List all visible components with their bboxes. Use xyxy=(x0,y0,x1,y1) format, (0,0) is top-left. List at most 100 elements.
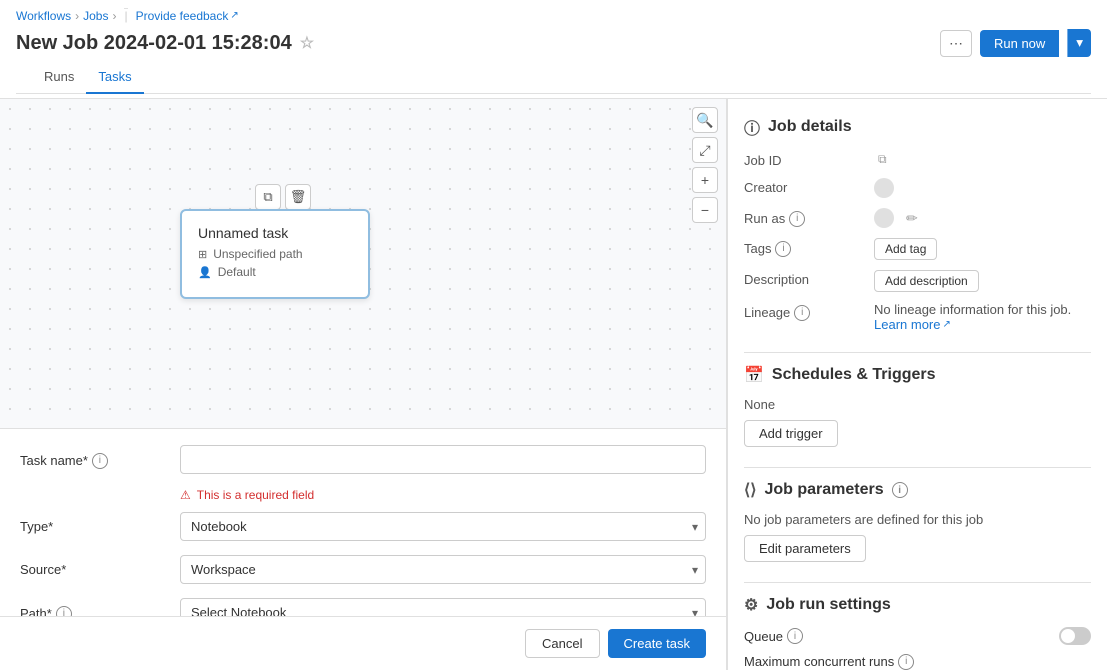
type-row: Type* Notebook ▾ xyxy=(20,512,706,541)
task-card-name: Unnamed task xyxy=(198,225,352,241)
job-id-value: ⧉ xyxy=(874,151,1091,167)
tags-value: Add tag xyxy=(874,238,1091,260)
task-name-label: Task name* i xyxy=(20,445,180,469)
breadcrumb-divider: | xyxy=(124,8,127,23)
breadcrumb-sep1: › xyxy=(75,9,79,23)
top-actions: ⋯ Run now ▾ xyxy=(940,29,1091,57)
cancel-button[interactable]: Cancel xyxy=(525,629,599,658)
canvas-zoom-in-button[interactable]: + xyxy=(692,167,718,193)
task-name-row: Task name* i xyxy=(20,445,706,474)
source-select[interactable]: Workspace xyxy=(180,555,706,584)
task-delete-button[interactable]: 🗑 xyxy=(285,184,311,210)
queue-label: Queue i xyxy=(744,628,803,645)
code-icon: ⟨⟩ xyxy=(744,480,756,500)
main-layout: ⧉ 🗑 Unnamed task ⊞ Unspecified path 👤 De… xyxy=(0,99,1107,670)
job-title: New Job 2024-02-01 15:28:04 ☆ xyxy=(16,32,314,55)
path-control: Select Notebook ▾ xyxy=(180,598,706,616)
add-trigger-button[interactable]: Add trigger xyxy=(744,420,838,447)
task-copy-button[interactable]: ⧉ xyxy=(255,184,281,210)
run-as-value: ✏ xyxy=(874,208,1091,228)
run-now-button[interactable]: Run now xyxy=(980,30,1059,57)
right-panel: ⓘ Job details Job ID ⧉ Creator Run as xyxy=(727,99,1107,670)
divider-1 xyxy=(744,352,1091,353)
learn-more-link[interactable]: Learn more ↗ xyxy=(874,317,1091,332)
run-as-field: Run as i ✏ xyxy=(744,208,1091,228)
more-options-button[interactable]: ⋯ xyxy=(940,30,972,57)
job-id-label: Job ID xyxy=(744,151,874,168)
lineage-info-icon: i xyxy=(794,304,810,321)
add-description-button[interactable]: Add description xyxy=(874,270,979,292)
description-label: Description xyxy=(744,270,874,287)
star-icon[interactable]: ☆ xyxy=(300,33,314,53)
job-run-title: ⚙ Job run settings xyxy=(744,595,1091,615)
divider-2 xyxy=(744,467,1091,468)
task-card-actions: ⧉ 🗑 xyxy=(255,184,311,210)
tab-runs[interactable]: Runs xyxy=(32,61,86,94)
path-label: Path* i xyxy=(20,598,180,616)
canvas-search-button[interactable]: 🔍 xyxy=(692,107,718,133)
source-label: Source* xyxy=(20,555,180,577)
path-info-icon: i xyxy=(56,605,72,616)
run-now-caret-button[interactable]: ▾ xyxy=(1067,29,1091,57)
tags-label: Tags i xyxy=(744,238,874,257)
breadcrumb-jobs[interactable]: Jobs xyxy=(83,9,108,23)
description-field: Description Add description xyxy=(744,270,1091,292)
title-row: New Job 2024-02-01 15:28:04 ☆ ⋯ Run now … xyxy=(16,29,1091,57)
breadcrumb-feedback[interactable]: Provide feedback ↗ xyxy=(136,9,239,23)
job-id-field: Job ID ⧉ xyxy=(744,151,1091,168)
creator-field: Creator xyxy=(744,178,1091,198)
canvas-fit-button[interactable]: ⤢ xyxy=(692,137,718,163)
run-as-avatar xyxy=(874,208,894,228)
type-select[interactable]: Notebook xyxy=(180,512,706,541)
canvas-zoom-out-button[interactable]: − xyxy=(692,197,718,223)
create-task-button[interactable]: Create task xyxy=(608,629,706,658)
run-as-label: Run as i xyxy=(744,208,874,227)
task-card-compute: 👤 Default xyxy=(198,265,352,279)
run-as-edit-button[interactable]: ✏ xyxy=(906,210,918,227)
job-details-title: ⓘ Job details xyxy=(744,115,1091,139)
task-name-control xyxy=(180,445,706,474)
breadcrumb-workflows[interactable]: Workflows xyxy=(16,9,71,23)
no-job-params-text: No job parameters are defined for this j… xyxy=(744,512,1091,527)
job-params-info-icon: i xyxy=(892,482,908,499)
canvas-area: ⧉ 🗑 Unnamed task ⊞ Unspecified path 👤 De… xyxy=(0,99,727,670)
job-details-section: ⓘ Job details Job ID ⧉ Creator Run as xyxy=(744,115,1091,332)
schedules-title: 📅 Schedules & Triggers xyxy=(744,365,1091,385)
job-run-section: ⚙ Job run settings Queue i Maximum concu… xyxy=(744,595,1091,670)
queue-toggle[interactable] xyxy=(1059,627,1091,645)
lineage-label: Lineage i xyxy=(744,302,874,321)
type-label: Type* xyxy=(20,512,180,534)
tags-field: Tags i Add tag xyxy=(744,238,1091,260)
task-canvas: ⧉ 🗑 Unnamed task ⊞ Unspecified path 👤 De… xyxy=(0,99,726,429)
divider-3 xyxy=(744,582,1091,583)
topbar: Workflows › Jobs › | Provide feedback ↗ … xyxy=(0,0,1107,99)
queue-info-icon: i xyxy=(787,628,803,645)
tags-info-icon: i xyxy=(775,240,791,257)
run-as-info-icon: i xyxy=(789,210,805,227)
task-name-info-icon: i xyxy=(92,452,108,469)
tab-tasks[interactable]: Tasks xyxy=(86,61,143,94)
tabs-row: Runs Tasks xyxy=(16,61,1091,94)
task-card-path: ⊞ Unspecified path xyxy=(198,247,352,261)
add-tag-button[interactable]: Add tag xyxy=(874,238,937,260)
task-form: Task name* i ⚠ This is a required field … xyxy=(0,429,726,616)
source-row: Source* Workspace ▾ xyxy=(20,555,706,584)
schedules-none: None xyxy=(744,397,1091,412)
task-name-input[interactable] xyxy=(180,445,706,474)
task-card[interactable]: Unnamed task ⊞ Unspecified path 👤 Defaul… xyxy=(180,209,370,299)
creator-value xyxy=(874,178,1091,198)
type-control: Notebook ▾ xyxy=(180,512,706,541)
lineage-text: No lineage information for this job. xyxy=(874,302,1091,317)
path-select[interactable]: Select Notebook xyxy=(180,598,706,616)
error-icon: ⚠ xyxy=(180,488,191,502)
settings-icon: ⚙ xyxy=(744,595,758,615)
path-row: Path* i Select Notebook ▾ xyxy=(20,598,706,616)
max-concurrent-info-icon: i xyxy=(898,653,914,670)
edit-parameters-button[interactable]: Edit parameters xyxy=(744,535,866,562)
job-id-copy-button[interactable]: ⧉ xyxy=(878,152,887,167)
max-concurrent-label: Maximum concurrent runs i xyxy=(744,653,1091,670)
schedules-section: 📅 Schedules & Triggers None Add trigger xyxy=(744,365,1091,447)
path-icon: ⊞ xyxy=(198,248,207,261)
job-params-section: ⟨⟩ Job parameters i No job parameters ar… xyxy=(744,480,1091,562)
description-value: Add description xyxy=(874,270,1091,292)
